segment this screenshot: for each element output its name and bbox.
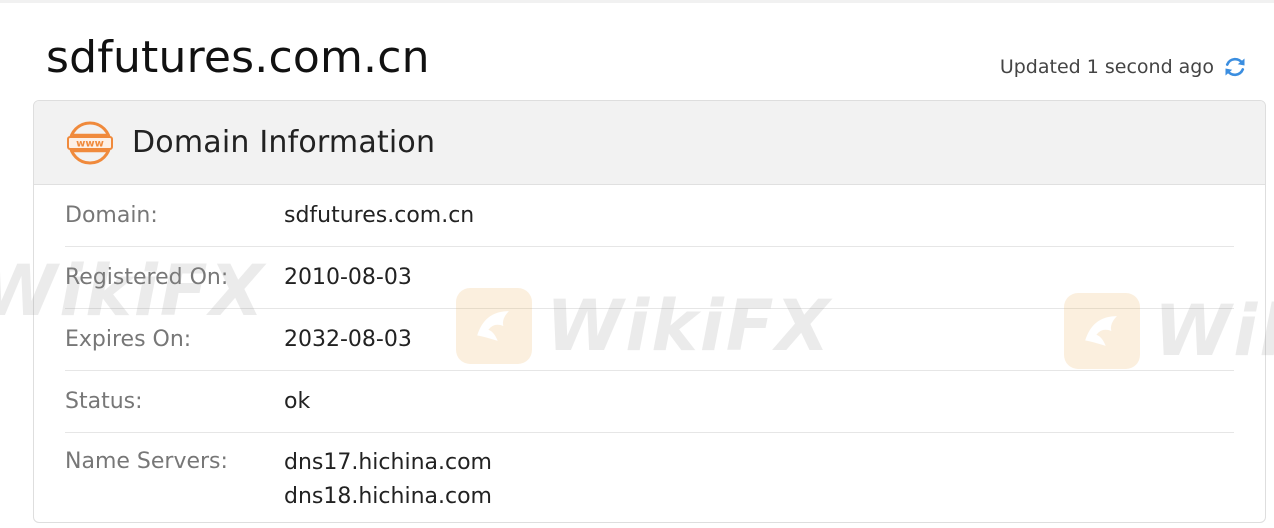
card-header: www Domain Information xyxy=(34,101,1265,185)
row-status: Status: ok xyxy=(65,371,1234,433)
row-domain: Domain: sdfutures.com.cn xyxy=(65,185,1234,247)
refresh-icon[interactable] xyxy=(1222,54,1248,80)
www-icon: www xyxy=(66,119,114,167)
page-title: sdfutures.com.cn xyxy=(46,32,430,83)
row-label: Name Servers: xyxy=(65,449,228,474)
row-value: ok xyxy=(284,389,311,414)
name-server: dns18.hichina.com xyxy=(284,484,492,509)
updated-status: Updated 1 second ago xyxy=(1000,52,1248,82)
updated-text: Updated 1 second ago xyxy=(999,56,1214,78)
row-name-servers: Name Servers: dns17.hichina.com dns18.hi… xyxy=(65,433,1234,522)
row-label: Registered On: xyxy=(65,265,229,290)
row-label: Domain: xyxy=(65,203,158,228)
row-value: sdfutures.com.cn xyxy=(284,203,475,228)
row-value: 2010-08-03 xyxy=(284,265,412,290)
card-title: Domain Information xyxy=(132,125,436,160)
name-server: dns17.hichina.com xyxy=(284,450,492,475)
row-label: Status: xyxy=(65,389,143,414)
domain-information-card: www Domain Information Domain: sdfutures… xyxy=(33,100,1266,523)
row-expires-on: Expires On: 2032-08-03 xyxy=(65,309,1234,371)
row-registered-on: Registered On: 2010-08-03 xyxy=(65,247,1234,309)
top-strip xyxy=(0,0,1274,3)
row-value: 2032-08-03 xyxy=(284,327,412,352)
svg-text:www: www xyxy=(76,138,104,149)
row-label: Expires On: xyxy=(65,327,192,352)
name-server-list: dns17.hichina.com dns18.hichina.com xyxy=(284,449,492,511)
info-rows: Domain: sdfutures.com.cn Registered On: … xyxy=(34,185,1265,522)
